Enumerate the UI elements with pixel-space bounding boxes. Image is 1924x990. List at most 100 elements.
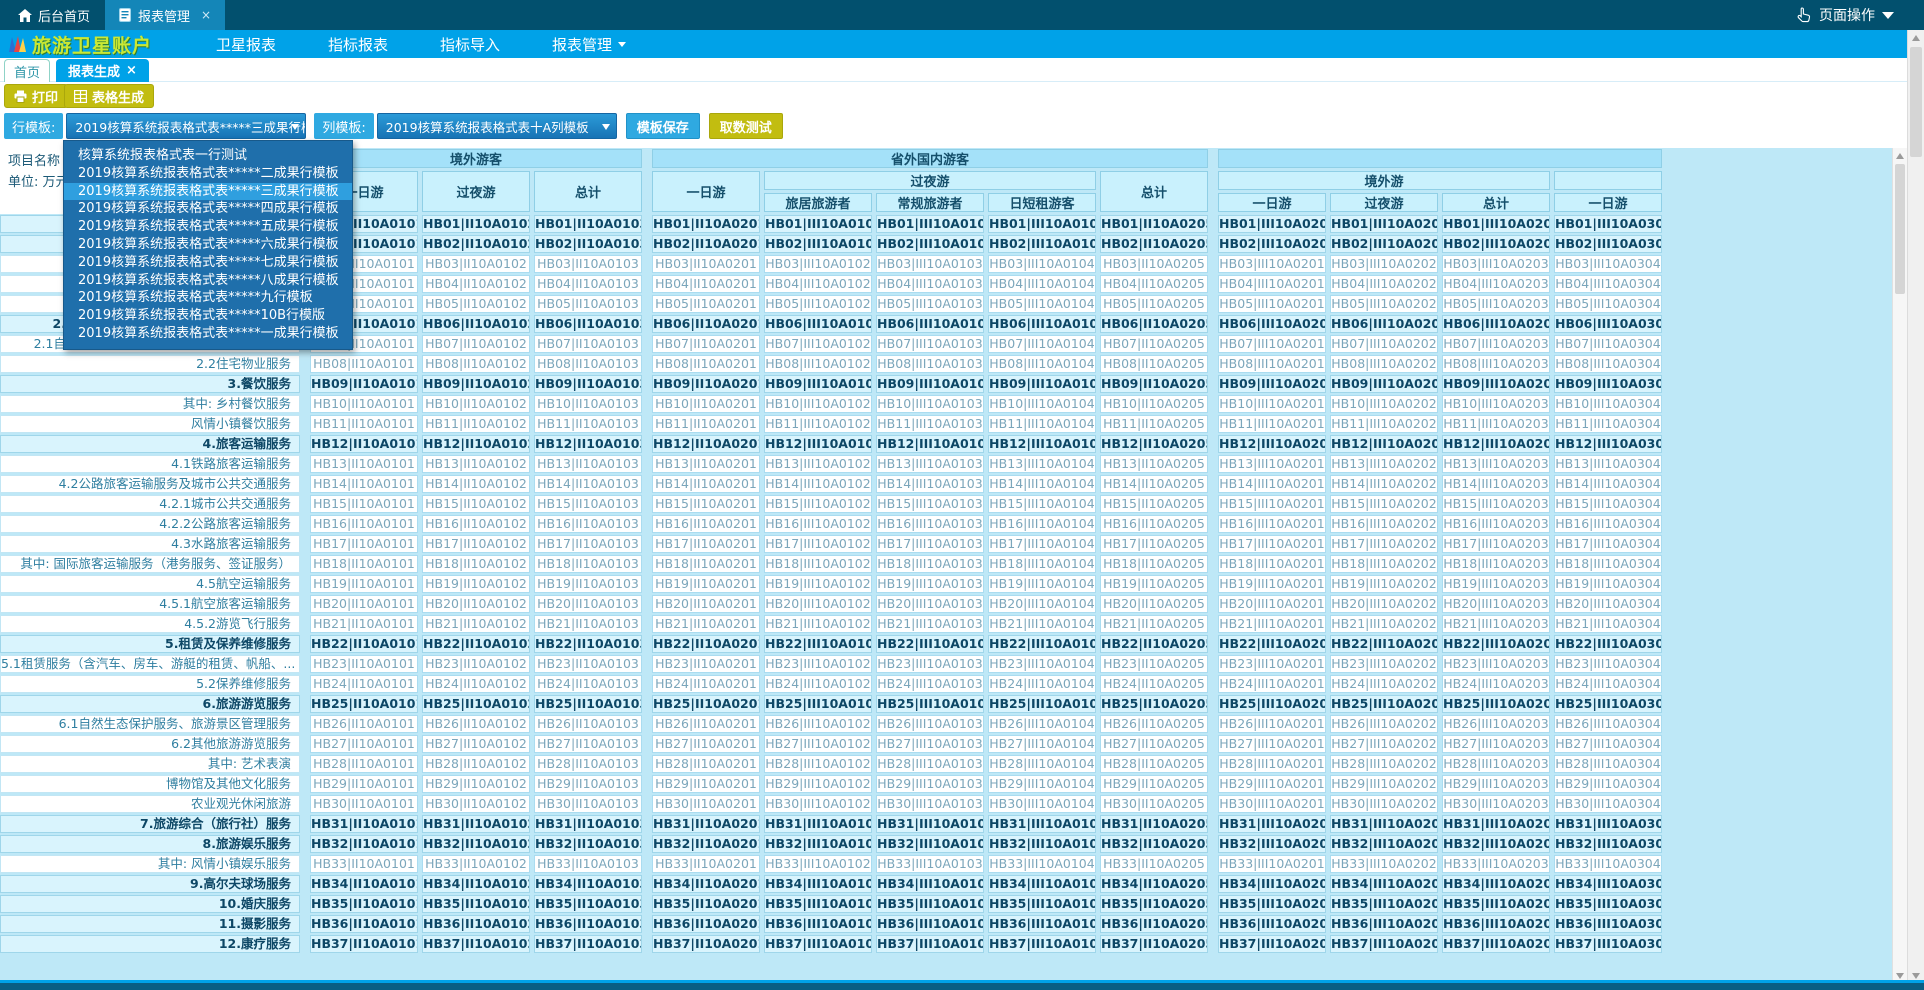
table-cell: HB09|III10A0203 bbox=[1442, 375, 1550, 393]
nav-item-report-management[interactable]: 报表管理 bbox=[526, 30, 652, 58]
row-template-option[interactable]: 2019核算系统报表格式表*****一成果行模板 bbox=[64, 325, 352, 343]
template-save-button[interactable]: 模板保存 bbox=[626, 113, 700, 139]
nav-item-indicator-import[interactable]: 指标导入 bbox=[414, 30, 526, 58]
chevron-down-icon bbox=[602, 124, 610, 130]
table-cell: HB05|III10A0102 bbox=[764, 295, 872, 313]
table-scrollbar-thumb[interactable] bbox=[1895, 164, 1905, 294]
tab-home[interactable]: 首页 bbox=[4, 59, 50, 82]
table-cell: HB08|III10A0103 bbox=[876, 355, 984, 373]
page-operations-button[interactable]: 页面操作 bbox=[1796, 0, 1894, 30]
table-cell: HB07|II10A0201 bbox=[652, 335, 760, 353]
row-template-option[interactable]: 2019核算系统报表格式表*****五成果行模板 bbox=[64, 218, 352, 236]
table-cell: HB21|III10A0201 bbox=[1218, 615, 1326, 633]
table-cell: HB05|III10A0201 bbox=[1218, 295, 1326, 313]
table-cell: HB17|III10A0102 bbox=[764, 535, 872, 553]
row-template-option[interactable]: 2019核算系统报表格式表*****七成果行模板 bbox=[64, 254, 352, 272]
topbar-tab-close-icon[interactable]: × bbox=[201, 8, 211, 22]
row-label: 9.高尔夫球场服务 bbox=[0, 875, 300, 893]
table-cell: HB09|III10A0103 bbox=[876, 375, 984, 393]
table-cell: HB20|III10A0103 bbox=[876, 595, 984, 613]
table-cell: HB29|III10A0103 bbox=[876, 775, 984, 793]
table-cell: HB22|II10A0101 bbox=[310, 635, 418, 653]
table-cell: HB02|III10A0304 bbox=[1554, 235, 1662, 253]
table-generate-button[interactable]: 表格生成 bbox=[64, 84, 154, 108]
table-cell: HB35|III10A0201 bbox=[1218, 895, 1326, 913]
row-template-option[interactable]: 2019核算系统报表格式表*****二成果行模板 bbox=[64, 165, 352, 183]
table-cell: HB23|II10A0102 bbox=[422, 655, 530, 673]
topbar-tab-report-management[interactable]: 报表管理 × bbox=[105, 0, 225, 30]
scroll-up-icon[interactable] bbox=[1908, 30, 1924, 45]
table-cell: HB31|III10A0202 bbox=[1330, 815, 1438, 833]
row-template-select[interactable]: 2019核算系统报表格式表*****三成果行模板 bbox=[66, 113, 306, 139]
table-cell: HB05|II10A0201 bbox=[652, 295, 760, 313]
table-cell: HB22|II10A0201 bbox=[652, 635, 760, 653]
row-label: 4.5.2游览飞行服务 bbox=[0, 615, 300, 633]
row-template-option[interactable]: 2019核算系统报表格式表*****六成果行模板 bbox=[64, 236, 352, 254]
table-cell: HB08|II10A0103 bbox=[534, 355, 642, 373]
row-template-option[interactable]: 2019核算系统报表格式表*****九行模板 bbox=[64, 289, 352, 307]
table-cell: HB03|III10A0304 bbox=[1554, 255, 1662, 273]
table-cell: HB28|III10A0203 bbox=[1442, 755, 1550, 773]
row-template-option[interactable]: 2019核算系统报表格式表*****四成果行模板 bbox=[64, 200, 352, 218]
row-label: 其中: 风情小镇娱乐服务 bbox=[0, 855, 300, 873]
row-label: 10.婚庆服务 bbox=[0, 895, 300, 913]
page-scrollbar-thumb[interactable] bbox=[1910, 47, 1922, 157]
scroll-up-icon[interactable] bbox=[1893, 148, 1907, 163]
table-cell: HB11|III10A0102 bbox=[764, 415, 872, 433]
group-domestic-out-of-province: 省外国内游客 bbox=[652, 149, 1208, 168]
table-cell: HB12|II10A0205 bbox=[1100, 435, 1208, 453]
table-cell: HB36|III10A0304 bbox=[1554, 915, 1662, 933]
table-cell: HB11|II10A0101 bbox=[310, 415, 418, 433]
table-row: 4.5.1航空旅客运输服务HB20|II10A0101HB20|II10A010… bbox=[0, 594, 1892, 614]
table-cell: HB33|III10A0202 bbox=[1330, 855, 1438, 873]
subgroup-g2-overnight: 过夜游 bbox=[764, 171, 1096, 190]
table-cell: HB06|II10A0103 bbox=[534, 315, 642, 333]
table-cell: HB24|II10A0103 bbox=[534, 675, 642, 693]
table-cell: HB31|III10A0102 bbox=[764, 815, 872, 833]
table-cell: HB03|II10A0201 bbox=[652, 255, 760, 273]
table-cell: HB13|III10A0104 bbox=[988, 455, 1096, 473]
col-template-select[interactable]: 2019核算系统报表格式表十A列模板 bbox=[377, 113, 617, 139]
row-template-option[interactable]: 2019核算系统报表格式表*****10B行模版 bbox=[64, 307, 352, 325]
table-cell: HB18|III10A0104 bbox=[988, 555, 1096, 573]
table-cell: HB09|III10A0104 bbox=[988, 375, 1096, 393]
table-cell: HB08|III10A0104 bbox=[988, 355, 1096, 373]
fetch-test-button[interactable]: 取数测试 bbox=[709, 113, 783, 139]
table-cell: HB12|III10A0304 bbox=[1554, 435, 1662, 453]
nav-item-satellite-reports[interactable]: 卫星报表 bbox=[190, 30, 302, 58]
table-cell: HB26|III10A0304 bbox=[1554, 715, 1662, 733]
tab-close-icon[interactable]: × bbox=[126, 63, 137, 78]
backend-home-button[interactable]: 后台首页 bbox=[8, 0, 100, 30]
table-cell: HB03|II10A0205 bbox=[1100, 255, 1208, 273]
page-scrollbar[interactable] bbox=[1907, 30, 1924, 983]
row-template-option[interactable]: 2019核算系统报表格式表*****三成果行模板 bbox=[64, 183, 352, 201]
table-cell: HB04|III10A0201 bbox=[1218, 275, 1326, 293]
col-g3-total: 总计 bbox=[1442, 193, 1550, 212]
table-cell: HB12|III10A0104 bbox=[988, 435, 1096, 453]
table-cell: HB21|III10A0202 bbox=[1330, 615, 1438, 633]
col-regular-tourist: 常规旅游者 bbox=[876, 193, 984, 212]
table-cell: HB20|III10A0104 bbox=[988, 595, 1096, 613]
row-template-option[interactable]: 2019核算系统报表格式表*****八成果行模板 bbox=[64, 272, 352, 290]
table-cell: HB03|II10A0102 bbox=[422, 255, 530, 273]
table-cell: HB06|III10A0201 bbox=[1218, 315, 1326, 333]
table-cell: HB01|III10A0201 bbox=[1218, 215, 1326, 233]
table-cell: HB35|II10A0201 bbox=[652, 895, 760, 913]
table-cell: HB25|III10A0203 bbox=[1442, 695, 1550, 713]
table-cell: HB33|III10A0102 bbox=[764, 855, 872, 873]
table-cell: HB31|II10A0205 bbox=[1100, 815, 1208, 833]
row-label: 4.2公路旅客运输服务及城市公共交通服务 bbox=[0, 475, 300, 493]
table-scrollbar[interactable] bbox=[1892, 148, 1907, 983]
nav-item-indicator-reports[interactable]: 指标报表 bbox=[302, 30, 414, 58]
table-row: 4.旅客运输服务HB12|II10A0101HB12|II10A0102HB12… bbox=[0, 434, 1892, 454]
table-cell: HB09|III10A0202 bbox=[1330, 375, 1438, 393]
row-template-option[interactable]: 核算系统报表格式表一行测试 bbox=[64, 147, 352, 165]
table-cell: HB22|II10A0205 bbox=[1100, 635, 1208, 653]
print-button[interactable]: 打印 bbox=[4, 84, 68, 108]
col-g3-spacer bbox=[1554, 171, 1662, 190]
col-g1-overnight: 过夜游 bbox=[422, 171, 530, 212]
tab-report-generation[interactable]: 报表生成 × bbox=[56, 59, 149, 82]
table-cell: HB24|II10A0101 bbox=[310, 675, 418, 693]
table-cell: HB12|III10A0203 bbox=[1442, 435, 1550, 453]
brand-logo-icon bbox=[6, 33, 28, 55]
